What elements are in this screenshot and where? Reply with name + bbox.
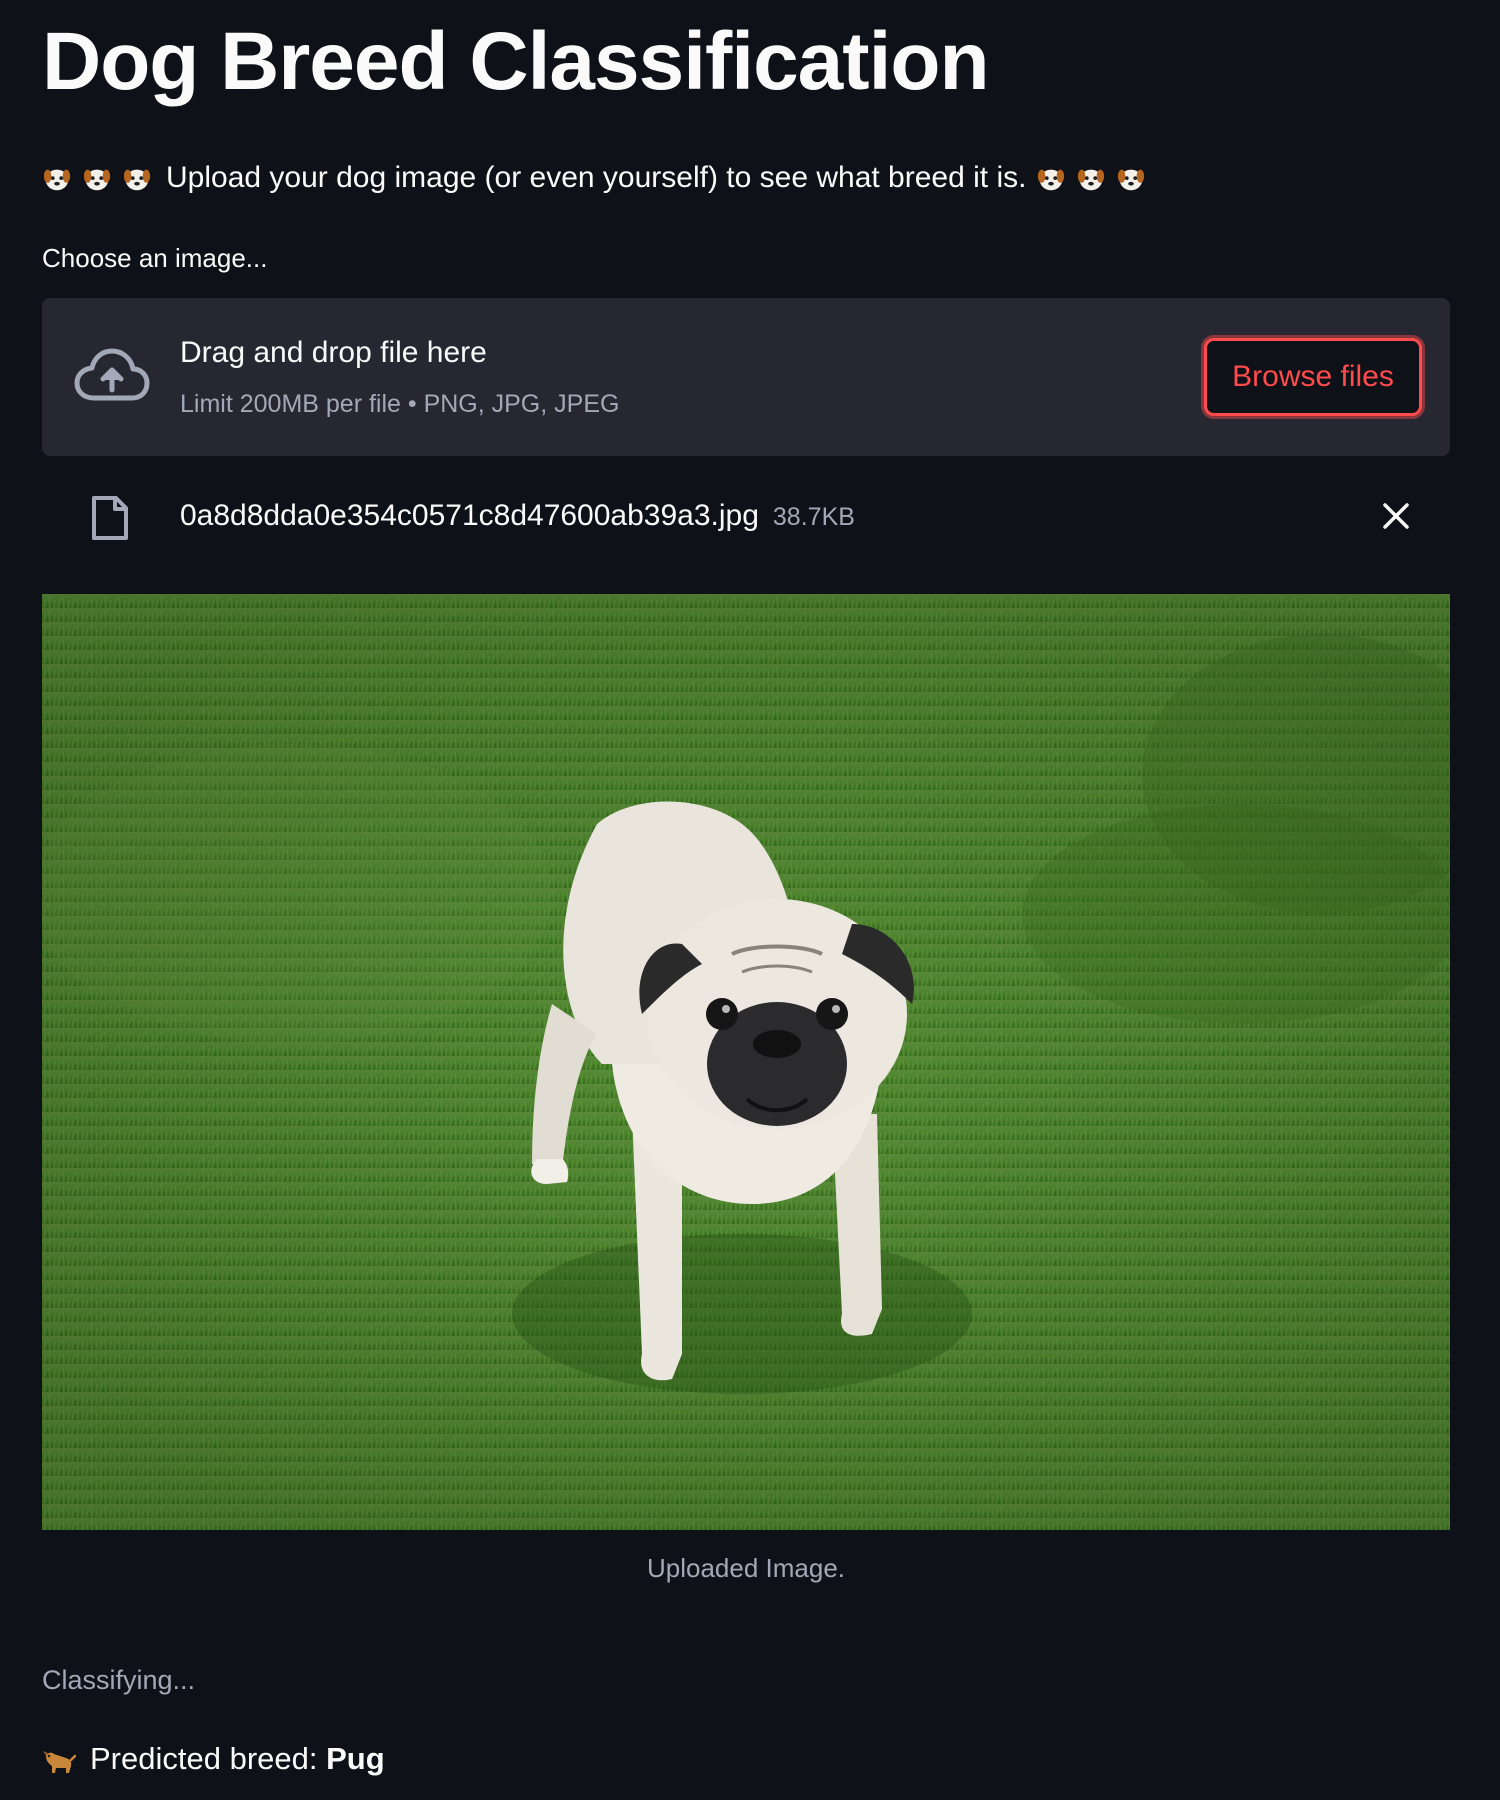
status-text: Classifying...: [42, 1665, 196, 1695]
image-caption: Uploaded Image.: [646, 1553, 846, 1583]
file-dropzone[interactable]: Drag and drop file here Limit 200MB per …: [42, 298, 1450, 456]
subtitle-text: Upload your dog image (or even yourself)…: [166, 161, 1027, 194]
uploader-label: Choose an image...: [42, 243, 268, 273]
dog-face-emoji-icon: [43, 169, 71, 191]
file-name: 0a8d8dda0e354c0571c8d47600ab39a3.jpg: [180, 499, 759, 532]
page-subtitle: Upload your dog image (or even yourself)…: [42, 158, 1146, 198]
file-size: 38.7KB: [772, 503, 855, 531]
uploaded-image: [42, 594, 1450, 1530]
dog-face-emoji-icon: [1118, 169, 1145, 191]
file-icon: [92, 496, 128, 540]
dropzone-limit-text: Limit 200MB per file • PNG, JPG, JPEG: [180, 390, 620, 418]
cloud-upload-icon: [74, 348, 150, 401]
page-title: Dog Breed Classification: [42, 16, 990, 107]
dog-face-emoji-icon: [1038, 169, 1065, 191]
dog-face-emoji-icon: [1078, 169, 1105, 191]
pug-photo-illustration: [42, 594, 1450, 1530]
uploaded-file-row: 0a8d8dda0e354c0571c8d47600ab39a3.jpg 38.7…: [42, 480, 1450, 552]
dropzone-instructions: Drag and drop file here: [180, 336, 487, 369]
prediction-result: Predicted breed: Pug: [42, 1738, 385, 1780]
browse-files-button[interactable]: Browse files: [1204, 338, 1422, 416]
dog-emoji-icon: [43, 1750, 76, 1773]
close-icon[interactable]: [1380, 500, 1412, 532]
dog-face-emoji-icon: [123, 169, 151, 191]
predicted-breed: Pug: [326, 1741, 385, 1776]
prediction-label: Predicted breed:: [90, 1741, 327, 1776]
dog-face-emoji-icon: [83, 169, 111, 191]
